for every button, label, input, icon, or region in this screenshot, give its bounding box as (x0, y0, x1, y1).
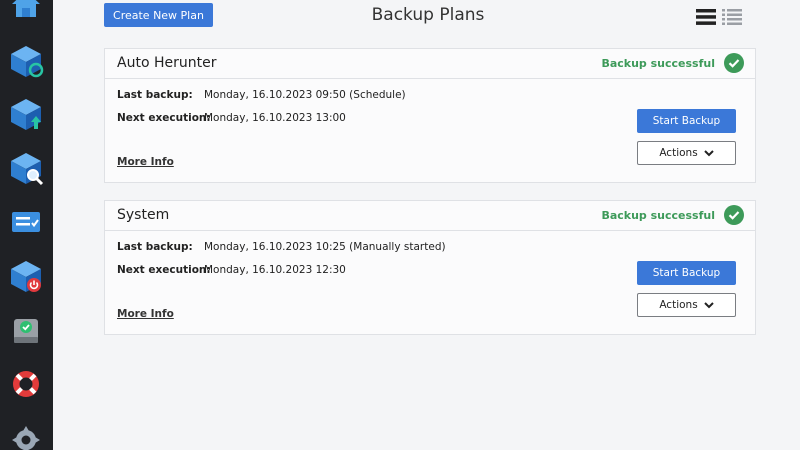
next-execution-value: Monday, 16.10.2023 12:30 (204, 264, 346, 276)
last-backup-value: Monday, 16.10.2023 09:50 (Schedule) (204, 89, 406, 101)
next-execution-value: Monday, 16.10.2023 13:00 (204, 112, 346, 124)
success-check-icon (724, 205, 744, 225)
backup-upload-icon[interactable] (8, 96, 44, 132)
plan-name: Auto Herunter (117, 55, 217, 71)
next-execution-label: Next execution: (117, 264, 211, 276)
backup-restore-icon[interactable] (8, 43, 44, 79)
status-text: Backup successful (601, 209, 715, 222)
actions-dropdown-button[interactable]: Actions (637, 293, 736, 317)
chevron-down-icon (703, 301, 714, 308)
drive-check-icon[interactable] (8, 313, 44, 349)
backup-power-icon[interactable] (8, 258, 44, 294)
chevron-down-icon (703, 149, 714, 156)
task-list-icon[interactable] (8, 204, 44, 240)
list-view-icon[interactable] (696, 8, 716, 26)
page-title: Backup Plans (371, 5, 485, 25)
backup-search-icon[interactable] (8, 150, 44, 186)
create-new-plan-button[interactable]: Create New Plan (104, 3, 213, 27)
more-info-link[interactable]: More Info (117, 308, 174, 320)
backup-plan-card: Auto Herunter Backup successful Last bac… (104, 48, 756, 183)
success-check-icon (724, 53, 744, 73)
plan-name: System (117, 207, 170, 223)
plan-card-header: System Backup successful (105, 201, 755, 231)
last-backup-label: Last backup: (117, 241, 193, 253)
start-backup-button[interactable]: Start Backup (637, 261, 736, 285)
lifebuoy-icon[interactable] (8, 366, 44, 402)
more-info-link[interactable]: More Info (117, 156, 174, 168)
plan-card-header: Auto Herunter Backup successful (105, 49, 755, 79)
backup-plan-card: System Backup successful Last backup: Mo… (104, 200, 756, 335)
main-content: Create New Plan Backup Plans Auto Herunt… (53, 0, 800, 450)
status-text: Backup successful (601, 57, 715, 70)
sidebar (0, 0, 53, 450)
settings-gear-icon[interactable] (8, 422, 44, 450)
detail-list-view-icon[interactable] (722, 8, 742, 26)
actions-dropdown-button[interactable]: Actions (637, 141, 736, 165)
home-icon[interactable] (8, 0, 44, 22)
next-execution-label: Next execution: (117, 112, 211, 124)
actions-label: Actions (659, 299, 698, 311)
start-backup-button[interactable]: Start Backup (637, 109, 736, 133)
actions-label: Actions (659, 147, 698, 159)
last-backup-value: Monday, 16.10.2023 10:25 (Manually start… (204, 241, 446, 253)
last-backup-label: Last backup: (117, 89, 193, 101)
